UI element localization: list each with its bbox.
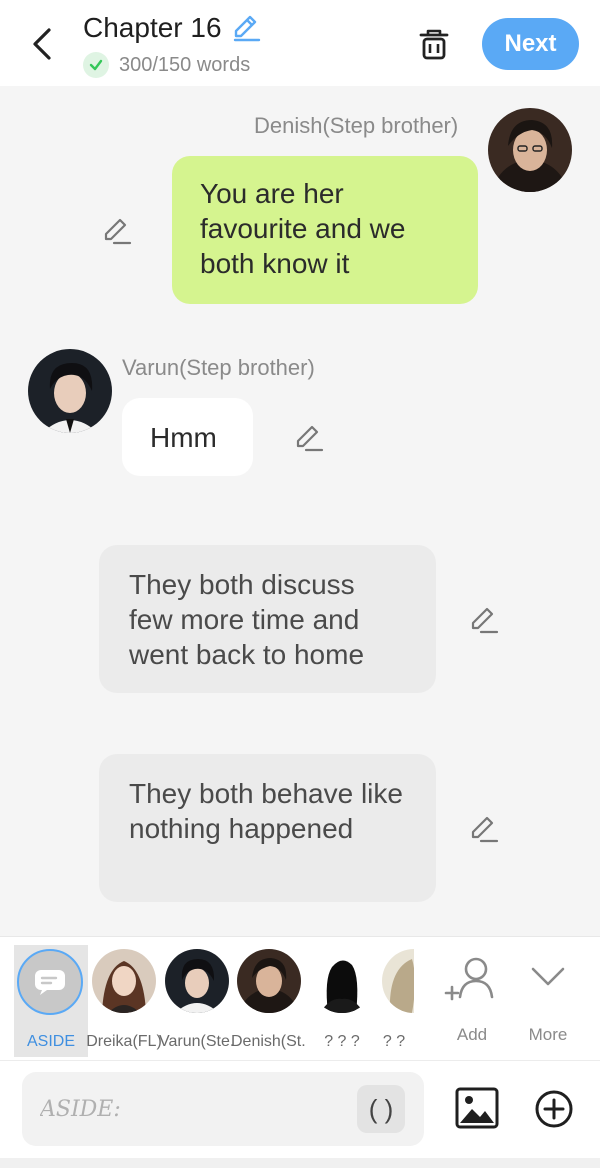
plus-circle-icon [535,1090,573,1128]
avatar-partial [382,949,414,1013]
edit-message-button[interactable] [99,214,133,248]
back-button[interactable] [22,24,62,64]
character-dreika[interactable]: Dreika(FL) [86,949,162,1057]
chat-bubble-icon [35,970,65,995]
pencil-icon [104,218,132,245]
narration-bubble[interactable]: They both behave like nothing happened [99,754,436,902]
message-bubble-denish[interactable]: You are her favourite and we both know i… [172,156,478,304]
edit-message-button[interactable] [291,421,325,455]
aside-button[interactable] [17,949,83,1015]
add-content-button[interactable] [534,1089,574,1129]
character-unknown-1[interactable]: ? ? ? [306,949,378,1057]
aside-label: ASIDE [26,1033,75,1050]
narration-bubble[interactable]: They both discuss few more time and went… [99,545,436,693]
title-row: Chapter 16 [83,12,262,44]
add-character-button[interactable]: Add [440,947,504,1047]
message-input[interactable] [40,1088,360,1130]
character-label: Denish(St... [231,1033,307,1050]
more-button[interactable]: More [516,947,580,1047]
avatar-varun-small [165,949,229,1013]
character-label: Varun(Ste... [159,1033,235,1050]
word-count: 300/150 words [119,53,251,76]
speaker-name-varun: Varun(Step brother) [122,355,315,380]
word-count-row: 300/150 words [83,52,250,78]
edit-narration-button[interactable] [466,812,500,846]
check-icon [83,52,109,78]
chapter-title: Chapter 16 [83,12,222,43]
avatar-varun[interactable] [28,349,112,433]
aside-option[interactable]: ASIDE [14,945,88,1057]
character-selector: ASIDE Dreika(FL) Varun(Ste... Denish(St.… [0,936,600,1060]
character-varun[interactable]: Varun(Ste... [159,949,235,1057]
bottom-edge [0,1158,600,1168]
pencil-icon [471,816,499,843]
composer-box: ( ) [22,1072,424,1146]
composer-bar: ( ) [0,1060,600,1168]
parentheses-button[interactable]: ( ) [357,1085,405,1133]
trash-icon [419,29,449,60]
character-label: ? ? [382,1033,406,1050]
message-bubble-varun[interactable]: Hmm [122,398,253,476]
edit-title-button[interactable] [230,12,262,44]
character-denish[interactable]: Denish(St... [231,949,307,1057]
insert-image-button[interactable] [454,1085,500,1131]
next-button[interactable]: Next [482,18,579,70]
chevron-down-icon [531,967,565,986]
avatar-denish-small [237,949,301,1013]
speaker-name-denish: Denish(Step brother) [254,113,459,138]
pencil-icon [233,15,260,42]
delete-button[interactable] [414,24,454,64]
avatar-dreika [92,949,156,1013]
image-icon [455,1087,499,1129]
avatar-denish[interactable] [488,108,572,192]
add-person-icon [444,957,494,1001]
character-label: ? ? ? [324,1033,360,1050]
edit-narration-button[interactable] [466,603,500,637]
chevron-left-icon [33,28,51,60]
pencil-icon [471,607,499,634]
top-bar: Chapter 16 300/150 words Next [0,0,600,86]
more-label: More [528,1025,568,1044]
avatar-silhouette [310,949,374,1013]
add-label: Add [456,1025,488,1044]
pencil-icon [296,425,324,452]
character-label: Dreika(FL) [86,1033,162,1050]
character-unknown-2[interactable]: ? ? [378,949,414,1057]
